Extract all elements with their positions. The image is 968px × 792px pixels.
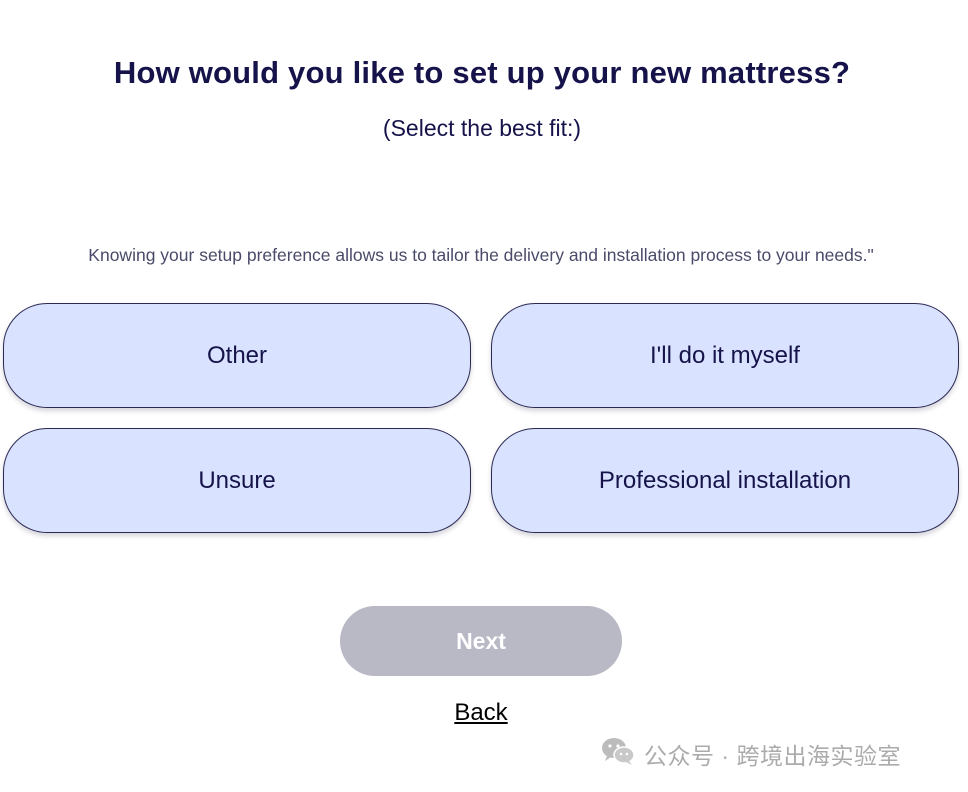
option-label: Other [206, 341, 268, 369]
next-button-label: Next [456, 627, 506, 654]
option-label: Professional installation [598, 466, 852, 494]
option-professional-installation-button[interactable]: Professional installation [491, 428, 959, 533]
back-link[interactable]: Back [454, 699, 507, 726]
next-button[interactable]: Next [340, 606, 622, 676]
watermark: 公众号 · 跨境出海实验室 [600, 738, 901, 770]
option-label: I'll do it myself [650, 341, 800, 369]
question-subtitle: (Select the best fit:) [382, 115, 582, 141]
watermark-text: 公众号 · 跨境出海实验室 [644, 743, 901, 769]
option-label: Unsure [198, 466, 276, 494]
wechat-icon [600, 736, 644, 772]
question-note: Knowing your setup preference allows us … [88, 245, 874, 265]
back-link-container: Back [0, 697, 962, 729]
option-unsure-button[interactable]: Unsure [3, 428, 471, 533]
option-self-setup-button[interactable]: I'll do it myself [491, 303, 959, 408]
option-other-button[interactable]: Other [3, 303, 471, 408]
page-title: How would you like to set up your new ma… [113, 55, 851, 90]
